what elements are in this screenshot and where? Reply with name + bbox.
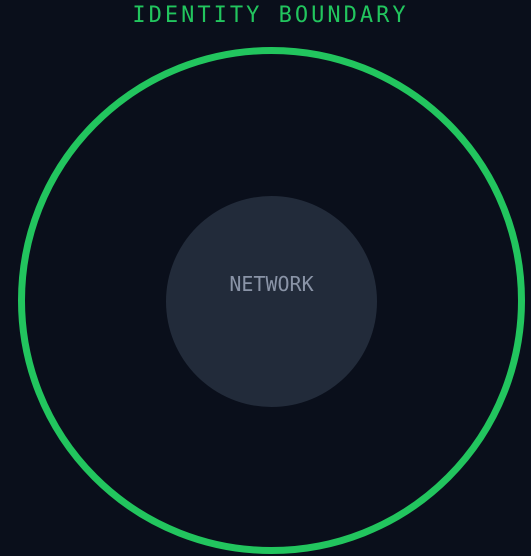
diagram-canvas: IDENTITY BOUNDARY NETWORK xyxy=(0,0,531,556)
network-core-circle xyxy=(166,196,377,407)
network-label: NETWORK xyxy=(229,272,314,296)
identity-boundary-label: IDENTITY BOUNDARY xyxy=(132,3,409,28)
